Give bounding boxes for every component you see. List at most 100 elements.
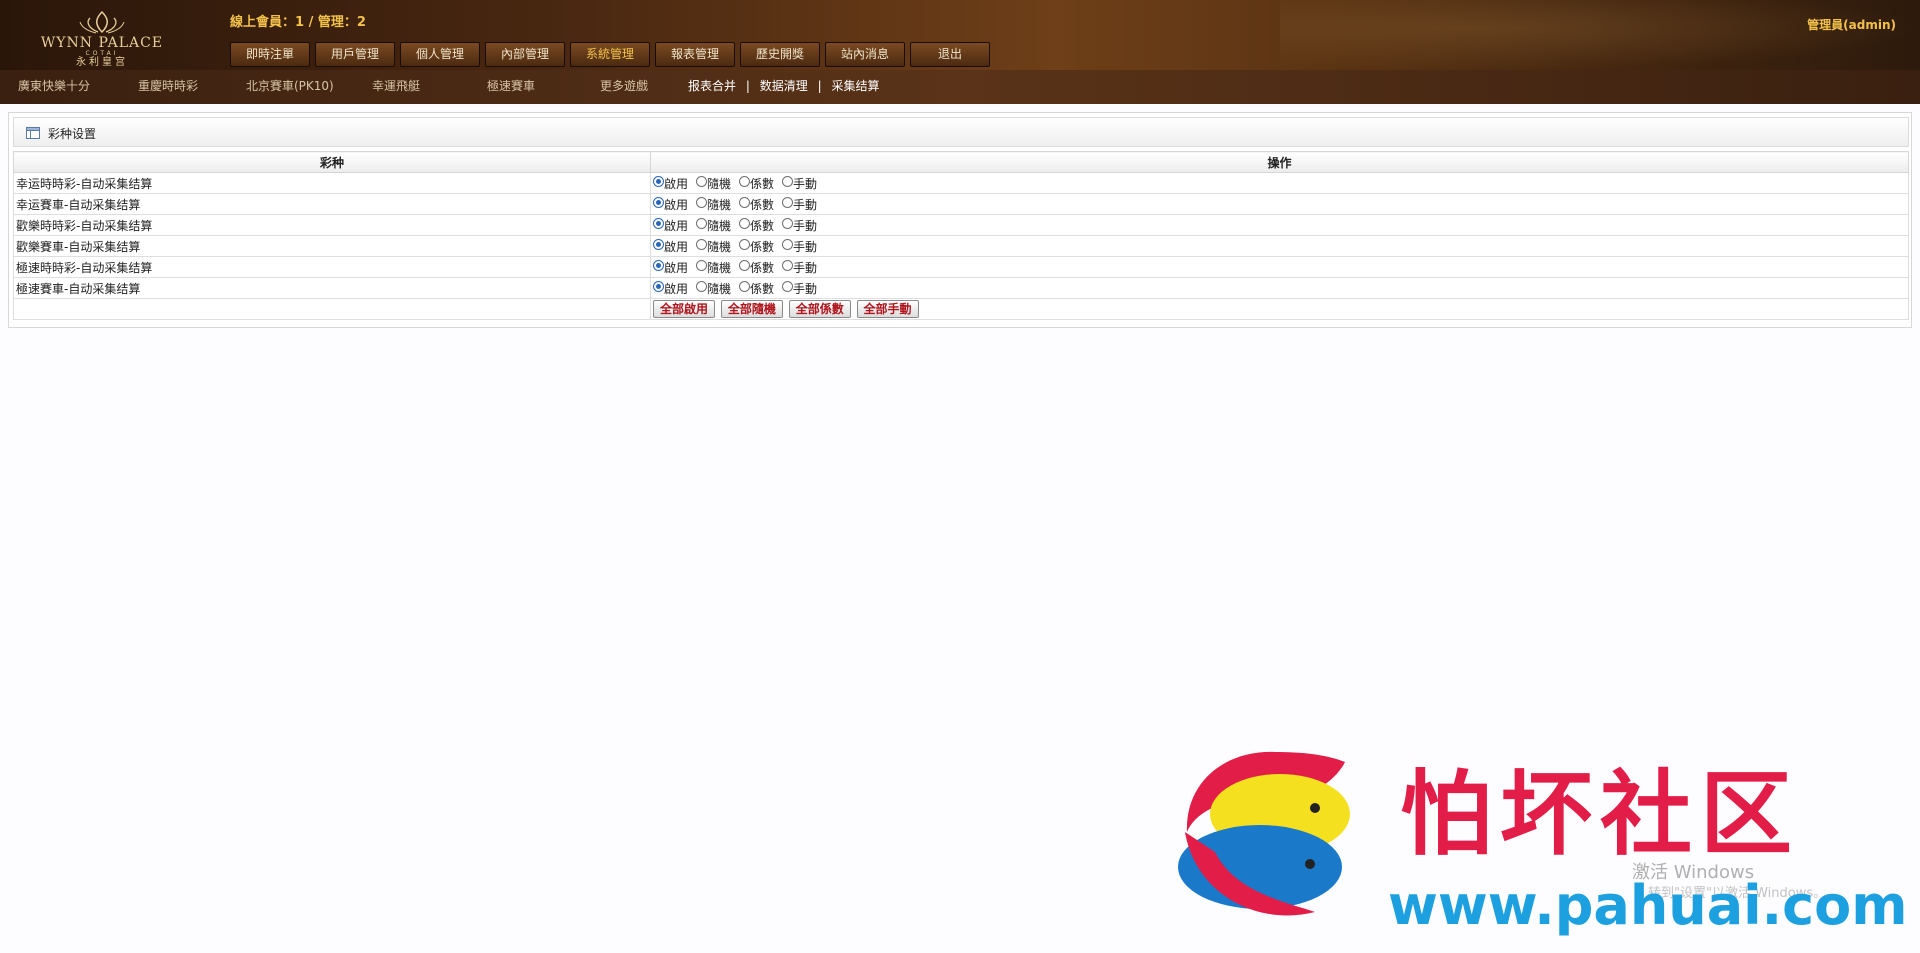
brand-logo[interactable]: WYNN PALACE COTAI 永利皇宫 <box>32 10 172 70</box>
option-radio[interactable]: 隨機 <box>696 259 731 276</box>
table-row: 幸运賽車-自动采集结算 啟用 隨機 係數 手動 <box>13 193 1909 215</box>
radio-button[interactable] <box>653 217 664 229</box>
option-label: 係數 <box>750 218 775 233</box>
option-label: 啟用 <box>664 197 689 212</box>
option-label: 隨機 <box>707 281 732 296</box>
panel-title: 彩种设置 <box>48 127 97 141</box>
option-label: 手動 <box>793 281 818 296</box>
nav-personal-management[interactable]: 個人管理 <box>400 42 480 67</box>
radio-button[interactable] <box>696 175 708 187</box>
header-decoration <box>1280 0 1920 70</box>
radio-button[interactable] <box>653 259 664 271</box>
bulk-actions-row: 全部啟用 全部隨機 全部係數 全部手動 <box>13 298 1909 320</box>
enable-all-button[interactable]: 全部啟用 <box>653 300 716 318</box>
radio-button[interactable] <box>739 217 751 229</box>
option-label: 手動 <box>793 176 818 191</box>
option-radio[interactable]: 啟用 <box>653 175 688 192</box>
nav-report-management[interactable]: 報表管理 <box>655 42 735 67</box>
option-radio[interactable]: 隨機 <box>696 196 731 213</box>
radio-button[interactable] <box>782 196 794 208</box>
radio-button[interactable] <box>782 217 794 229</box>
option-radio[interactable]: 手動 <box>782 238 817 255</box>
subnav-more-games[interactable]: 更多遊戲 <box>600 77 648 94</box>
option-radio[interactable]: 啟用 <box>653 238 688 255</box>
option-label: 啟用 <box>664 218 689 233</box>
subnav-game-guangdong[interactable]: 廣東快樂十分 <box>18 77 90 94</box>
table-icon <box>26 127 40 142</box>
subnav-game-lucky-boat[interactable]: 幸運飛艇 <box>372 77 420 94</box>
nav-logout[interactable]: 退出 <box>910 42 990 67</box>
option-radio[interactable]: 隨機 <box>696 280 731 297</box>
lottery-name: 幸运賽車-自动采集结算 <box>13 193 651 215</box>
radio-button[interactable] <box>696 196 708 208</box>
coefficient-all-button[interactable]: 全部係數 <box>788 300 851 318</box>
watermark-fish-logo <box>1165 742 1375 935</box>
radio-button[interactable] <box>653 238 664 250</box>
nav-user-management[interactable]: 用戶管理 <box>315 42 395 67</box>
radio-button[interactable] <box>696 217 708 229</box>
link-data-cleanup[interactable]: 数据清理 <box>760 79 808 93</box>
watermark-text: 怕坏社区 <box>1400 761 1801 868</box>
option-label: 手動 <box>793 197 818 212</box>
radio-button[interactable] <box>653 280 664 292</box>
logo-sub: COTAI <box>85 50 119 57</box>
radio-button[interactable] <box>696 259 708 271</box>
radio-button[interactable] <box>782 175 794 187</box>
option-radio[interactable]: 手動 <box>782 196 817 213</box>
nav-system-management[interactable]: 系統管理 <box>570 42 650 67</box>
operation-cell: 啟用 隨機 係數 手動 <box>650 256 1909 278</box>
option-label: 啟用 <box>664 281 689 296</box>
radio-button[interactable] <box>782 280 794 292</box>
table-row: 歡樂賽車-自动采集结算 啟用 隨機 係數 手動 <box>13 235 1909 257</box>
online-count: 線上會員：1 / 管理：2 <box>230 15 366 30</box>
option-radio[interactable]: 係數 <box>739 280 774 297</box>
crown-logo-icon <box>72 10 132 36</box>
radio-button[interactable] <box>782 238 794 250</box>
lottery-name: 歡樂時時彩-自动采集结算 <box>13 214 651 236</box>
option-radio[interactable]: 啟用 <box>653 196 688 213</box>
radio-button[interactable] <box>739 175 751 187</box>
subnav-game-speed-racing[interactable]: 極速賽車 <box>487 77 535 94</box>
link-report-merge[interactable]: 报表合并 <box>688 79 736 93</box>
radio-button[interactable] <box>653 196 664 208</box>
option-radio[interactable]: 隨機 <box>696 175 731 192</box>
link-collect-settle[interactable]: 采集结算 <box>831 79 879 93</box>
option-radio[interactable]: 係數 <box>739 175 774 192</box>
lottery-table: 彩种 操作 幸运時時彩-自动采集结算 啟用 隨機 係數 手動 幸运賽車-自动采集结算 啟用隨… <box>13 151 1909 320</box>
option-label: 手動 <box>793 260 818 275</box>
option-radio[interactable]: 手動 <box>782 217 817 234</box>
option-radio[interactable]: 係數 <box>739 259 774 276</box>
option-radio[interactable]: 係數 <box>739 238 774 255</box>
option-radio[interactable]: 啟用 <box>653 259 688 276</box>
nav-history-draws[interactable]: 歷史開獎 <box>740 42 820 67</box>
column-header-action: 操作 <box>650 151 1909 173</box>
option-radio[interactable]: 啟用 <box>653 217 688 234</box>
radio-button[interactable] <box>739 280 751 292</box>
radio-button[interactable] <box>739 238 751 250</box>
option-label: 隨機 <box>707 218 732 233</box>
random-all-button[interactable]: 全部隨機 <box>720 300 783 318</box>
radio-button[interactable] <box>782 259 794 271</box>
radio-button[interactable] <box>739 259 751 271</box>
nav-site-messages[interactable]: 站內消息 <box>825 42 905 67</box>
nav-internal-management[interactable]: 內部管理 <box>485 42 565 67</box>
manual-all-button[interactable]: 全部手動 <box>856 300 919 318</box>
option-radio[interactable]: 係數 <box>739 196 774 213</box>
option-radio[interactable]: 手動 <box>782 259 817 276</box>
option-radio[interactable]: 手動 <box>782 175 817 192</box>
option-radio[interactable]: 隨機 <box>696 217 731 234</box>
radio-button[interactable] <box>696 280 708 292</box>
option-radio[interactable]: 隨機 <box>696 238 731 255</box>
table-row: 幸运時時彩-自动采集结算 啟用 隨機 係數 手動 <box>13 172 1909 194</box>
subnav-game-beijing-pk10[interactable]: 北京賽車(PK10) <box>246 77 334 94</box>
option-radio[interactable]: 係數 <box>739 217 774 234</box>
option-radio[interactable]: 啟用 <box>653 280 688 297</box>
subnav-game-chongqing[interactable]: 重慶時時彩 <box>138 77 198 94</box>
option-radio[interactable]: 手動 <box>782 280 817 297</box>
radio-button[interactable] <box>653 175 664 187</box>
option-label: 隨機 <box>707 176 732 191</box>
radio-button[interactable] <box>739 196 751 208</box>
nav-live-bets[interactable]: 即時注單 <box>230 42 310 67</box>
option-label: 係數 <box>750 281 775 296</box>
radio-button[interactable] <box>696 238 708 250</box>
